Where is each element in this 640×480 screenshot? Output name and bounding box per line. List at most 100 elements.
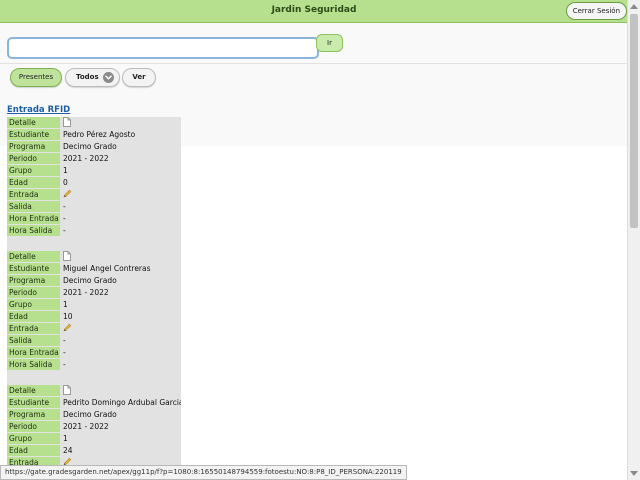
field-value: Decimo Grado (63, 410, 117, 419)
field-label: Hora Entrada (7, 347, 60, 358)
field-label: Hora Entrada (7, 213, 60, 224)
record-spacer (7, 371, 181, 385)
field-value: 2021 - 2022 (63, 422, 109, 431)
scroll-up-arrow-icon[interactable] (630, 4, 638, 9)
record-row: Edad 24 (7, 445, 181, 457)
field-label: Programa (7, 275, 60, 286)
record-row: Grupo 1 (7, 299, 181, 311)
field-label: Hora Salida (7, 359, 60, 370)
entrada-pencil-icon[interactable] (60, 189, 181, 201)
status-bar-url: https://gate.gradesgarden.net/apex/gg11p… (0, 465, 407, 480)
field-label: Periodo (7, 287, 60, 298)
field-label: Grupo (7, 165, 60, 176)
field-value: 1 (63, 300, 68, 309)
field-value: 1 (63, 434, 68, 443)
record-row: Hora Entrada - (7, 213, 181, 225)
record-item: Detalle Estudiante Miguel Angel Contreras P… (7, 251, 181, 371)
record-row: Salida - (7, 201, 181, 213)
record-row: Edad 10 (7, 311, 181, 323)
chevron-down-icon (103, 72, 114, 83)
record-spacer (7, 237, 181, 251)
record-row: Entrada (7, 189, 181, 201)
field-value: - (63, 336, 66, 345)
field-value: Pedrito Domingo Ardubal Garcia (63, 398, 181, 407)
page: Jardin Seguridad Cerrar Sesión Ir Presen… (0, 0, 640, 480)
record-row: Detalle (7, 385, 181, 397)
field-label: Periodo (7, 421, 60, 432)
record-item: Detalle Estudiante Pedrito Domingo Ardubal… (7, 385, 181, 469)
field-label: Detalle (7, 251, 60, 262)
field-label: Detalle (7, 385, 60, 396)
field-value: 0 (63, 178, 68, 187)
field-label: Estudiante (7, 263, 60, 274)
field-label: Edad (7, 445, 60, 456)
scroll-thumb[interactable] (630, 14, 638, 228)
field-label: Grupo (7, 433, 60, 444)
field-value: - (63, 226, 66, 235)
field-label: Detalle (7, 117, 60, 128)
todos-label: Todos (76, 73, 99, 81)
field-value: 1 (63, 166, 68, 175)
vertical-scrollbar[interactable] (627, 0, 640, 480)
record-row: Detalle (7, 117, 181, 129)
field-label: Estudiante (7, 397, 60, 408)
field-label: Edad (7, 177, 60, 188)
field-label: Estudiante (7, 129, 60, 140)
record-row: Edad 0 (7, 177, 181, 189)
field-value: 24 (63, 446, 73, 455)
record-row: Hora Salida - (7, 225, 181, 237)
detail-document-icon[interactable] (60, 117, 181, 129)
field-label: Entrada (7, 323, 60, 334)
field-value: Decimo Grado (63, 276, 117, 285)
record-item: Detalle Estudiante Pedro Pérez Agosto Progr… (7, 117, 181, 237)
record-row: Estudiante Miguel Angel Contreras (7, 263, 181, 275)
go-button[interactable]: Ir (316, 34, 343, 52)
field-label: Programa (7, 409, 60, 420)
detail-document-icon[interactable] (60, 385, 181, 397)
page-title: Jardin Seguridad (271, 5, 357, 15)
record-row: Grupo 1 (7, 165, 181, 177)
field-label: Salida (7, 201, 60, 212)
field-value: - (63, 348, 66, 357)
field-label: Periodo (7, 153, 60, 164)
todos-select[interactable]: Todos (65, 68, 120, 87)
record-row: Periodo 2021 - 2022 (7, 421, 181, 433)
presentes-button[interactable]: Presentes (10, 68, 62, 87)
record-row: Programa Decimo Grado (7, 141, 181, 153)
records-list: Detalle Estudiante Pedro Pérez Agosto Progr… (7, 117, 181, 480)
detail-document-icon[interactable] (60, 251, 181, 263)
field-label: Hora Salida (7, 225, 60, 236)
field-value: - (63, 360, 66, 369)
field-label: Salida (7, 335, 60, 346)
field-label: Edad (7, 311, 60, 322)
field-value: 10 (63, 312, 73, 321)
entrada-rfid-link[interactable]: Entrada RFID (7, 105, 70, 115)
field-label: Programa (7, 141, 60, 152)
field-value: 2021 - 2022 (63, 154, 109, 163)
field-value: Miguel Angel Contreras (63, 264, 151, 273)
record-row: Salida - (7, 335, 181, 347)
record-row: Estudiante Pedro Pérez Agosto (7, 129, 181, 141)
logout-button[interactable]: Cerrar Sesión (565, 2, 627, 20)
field-value: Pedro Pérez Agosto (63, 130, 136, 139)
record-row: Entrada (7, 323, 181, 335)
field-value: - (63, 214, 66, 223)
field-label: Entrada (7, 189, 60, 200)
ver-button[interactable]: Ver (122, 68, 156, 87)
record-row: Hora Entrada - (7, 347, 181, 359)
scroll-down-arrow-icon[interactable] (630, 471, 638, 476)
record-row: Hora Salida - (7, 359, 181, 371)
field-value: - (63, 202, 66, 211)
record-row: Programa Decimo Grado (7, 409, 181, 421)
field-label: Grupo (7, 299, 60, 310)
record-row: Periodo 2021 - 2022 (7, 153, 181, 165)
field-value: 2021 - 2022 (63, 288, 109, 297)
record-row: Detalle (7, 251, 181, 263)
search-input[interactable] (7, 37, 319, 59)
field-value: Decimo Grado (63, 142, 117, 151)
entrada-pencil-icon[interactable] (60, 323, 181, 335)
header-bar: Jardin Seguridad Cerrar Sesión (0, 0, 628, 23)
search-area: Ir (0, 23, 628, 64)
record-row: Grupo 1 (7, 433, 181, 445)
record-row: Periodo 2021 - 2022 (7, 287, 181, 299)
